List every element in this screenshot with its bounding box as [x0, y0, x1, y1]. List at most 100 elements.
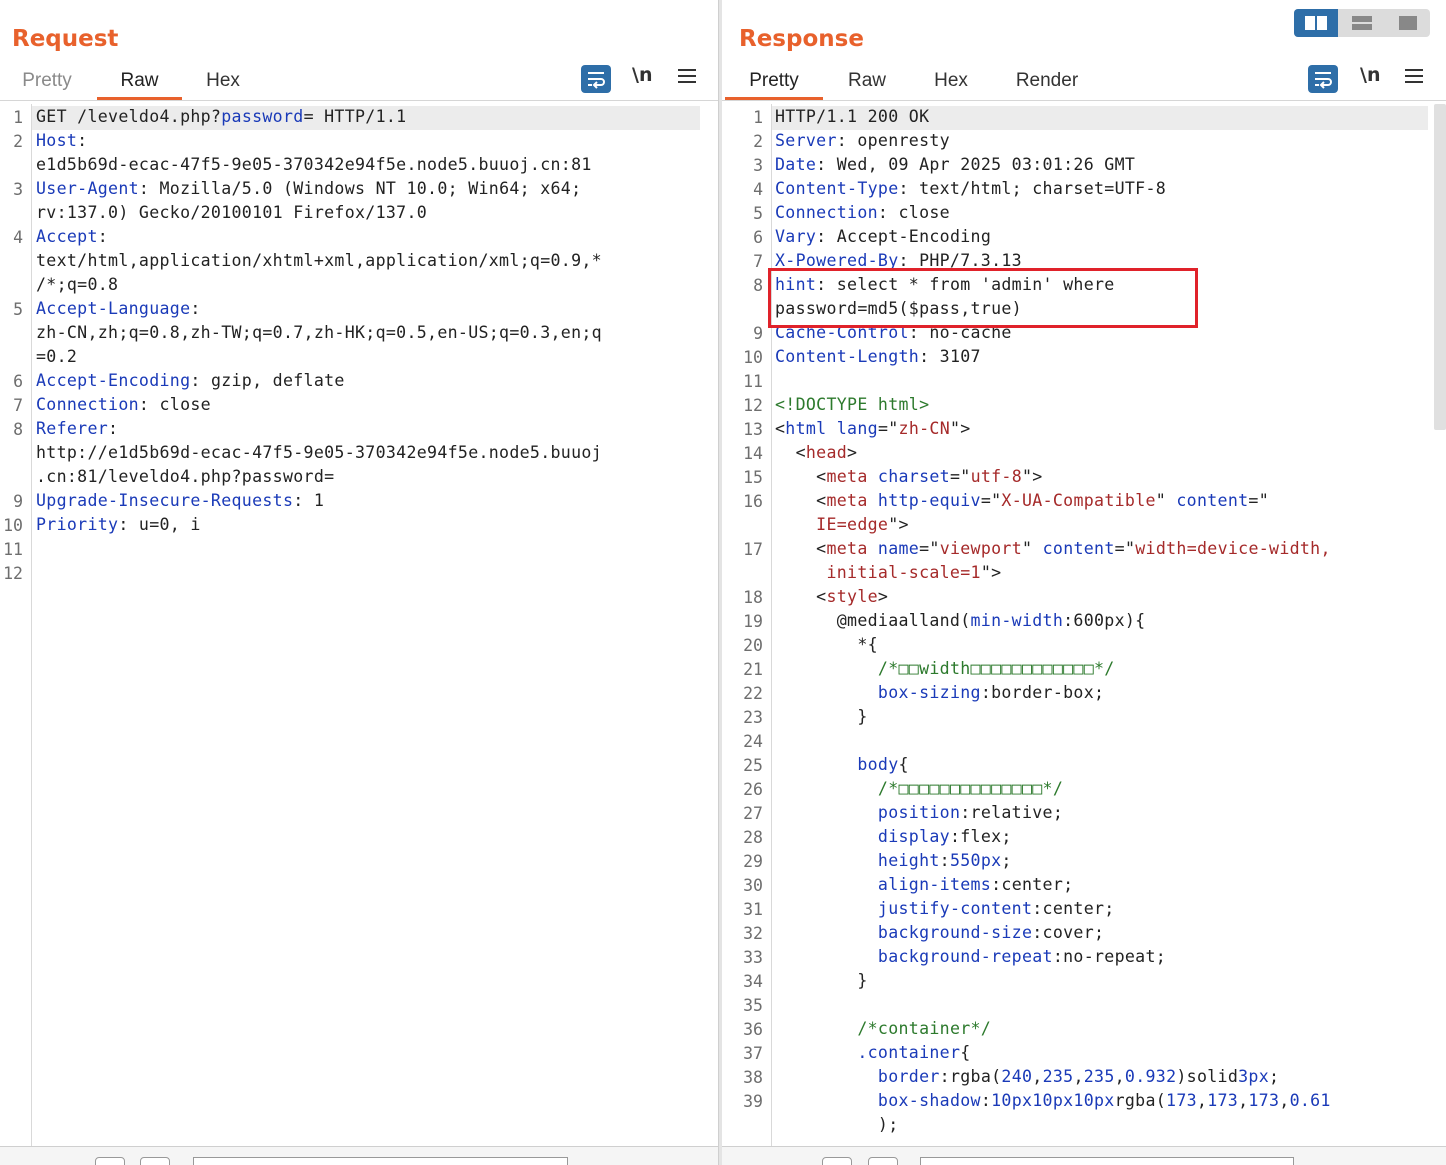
code-line: Connection: close: [36, 395, 211, 414]
response-tab-render[interactable]: Render: [1005, 62, 1089, 100]
menu-icon[interactable]: [1405, 66, 1423, 86]
word-wrap-toggle[interactable]: [581, 65, 611, 93]
line-number: 22: [743, 684, 763, 703]
menu-icon[interactable]: [678, 66, 696, 86]
code-token: :center;: [991, 875, 1074, 894]
code-token: }: [775, 707, 868, 726]
code-token: : u=0, i: [118, 515, 201, 534]
code-token: 235: [1042, 1067, 1074, 1086]
code-token: ,: [1032, 1067, 1043, 1086]
split-vertical-button[interactable]: [1294, 9, 1338, 37]
code-line: justify-content:center;: [775, 899, 1115, 918]
code-line: /*□□width□□□□□□□□□□□□*/: [775, 659, 1115, 678]
code-line: /*container*/: [775, 1019, 991, 1038]
code-line: Accept:: [36, 227, 108, 246]
split-horizontal-button[interactable]: [1340, 9, 1384, 37]
code-token: =": [1114, 539, 1136, 558]
response-tab-pretty[interactable]: Pretty: [725, 62, 823, 100]
code-token: Content-Length: [775, 347, 920, 366]
code-token: 173: [1166, 1091, 1197, 1110]
newline-toggle[interactable]: \n: [1360, 64, 1380, 86]
request-tab-raw[interactable]: Raw: [97, 62, 182, 100]
code-token: <: [775, 539, 827, 558]
code-token: <: [775, 443, 806, 462]
code-token: body: [857, 755, 899, 774]
code-token: ">: [949, 419, 971, 438]
response-tab-hex[interactable]: Hex: [923, 62, 979, 100]
code-line: Upgrade-Insecure-Requests: 1: [36, 491, 324, 510]
prev-button[interactable]: [95, 1157, 125, 1165]
single-view-button[interactable]: [1386, 9, 1430, 37]
code-token: Date: [775, 155, 817, 174]
prev-button[interactable]: [822, 1157, 852, 1165]
code-token: /*□□width□□□□□□□□□□□□*/: [877, 659, 1115, 678]
code-token: : close: [877, 203, 950, 222]
next-button[interactable]: [140, 1157, 170, 1165]
code-token: initial-scale=1: [826, 563, 981, 582]
code-token: Priority: [36, 515, 119, 534]
code-token: :: [108, 419, 119, 438]
code-line: Connection: close: [775, 203, 950, 222]
code-line: Accept-Language:: [36, 299, 201, 318]
line-number: 30: [743, 876, 763, 895]
line-number: 7: [753, 252, 763, 271]
line-number: 39: [743, 1092, 763, 1111]
line-number: 12: [743, 396, 763, 415]
code-token: ">: [888, 515, 909, 534]
request-bottom-bar: [0, 1146, 718, 1165]
code-token: password: [221, 107, 304, 126]
code-line: <head>: [775, 443, 857, 462]
code-token: lang: [836, 419, 878, 438]
code-token: http://e1d5b69d-ecac-47f5-9e05-370342e94…: [36, 443, 602, 462]
code-token: content: [1042, 539, 1115, 558]
code-line: height:550px;: [775, 851, 1012, 870]
code-line: Priority: u=0, i: [36, 515, 201, 534]
code-token: :border-box;: [980, 683, 1105, 702]
line-number: 2: [753, 132, 763, 151]
word-wrap-toggle[interactable]: [1308, 65, 1338, 93]
code-token: :: [190, 299, 201, 318]
request-tab-pretty[interactable]: Pretty: [12, 62, 82, 100]
response-tab-raw[interactable]: Raw: [837, 62, 897, 100]
search-input[interactable]: [920, 1157, 1294, 1165]
code-line: GET /leveldo4.php?password= HTTP/1.1: [36, 107, 406, 126]
code-line: }: [775, 971, 868, 990]
line-number: 28: [743, 828, 763, 847]
line-number: 36: [743, 1020, 763, 1039]
vertical-scrollbar[interactable]: [1434, 104, 1446, 430]
search-input[interactable]: [193, 1157, 568, 1165]
line-number: 2: [13, 132, 23, 151]
code-token: : Accept-Encoding: [816, 227, 992, 246]
code-token: display: [877, 827, 950, 846]
code-line: box-sizing:border-box;: [775, 683, 1104, 702]
line-number: 14: [743, 444, 763, 463]
code-line: Content-Type: text/html; charset=UTF-8: [775, 179, 1166, 198]
line-number: 17: [743, 540, 763, 559]
code-token: : Mozilla/5.0 (Windows NT 10.0; Win64; x…: [138, 179, 582, 198]
code-line: @mediaalland(min-width:600px){: [775, 611, 1145, 630]
code-token: Accept: [36, 227, 98, 246]
newline-toggle[interactable]: \n: [632, 64, 652, 86]
columns-icon: [1305, 16, 1327, 30]
code-line: Content-Length: 3107: [775, 347, 981, 366]
line-number: 20: [743, 636, 763, 655]
next-button[interactable]: [868, 1157, 898, 1165]
line-number: 13: [743, 420, 763, 439]
code-line: .cn:81/leveldo4.php?password=: [36, 467, 334, 486]
code-token: Accept-Language: [36, 299, 191, 318]
line-number: 31: [743, 900, 763, 919]
code-token: background-size: [877, 923, 1033, 942]
response-editor[interactable]: 1 HTTP/1.1 200 OK 2 Server: openresty 3 Date:…: [722, 104, 1434, 1147]
line-number: 33: [743, 948, 763, 967]
code-line: Vary: Accept-Encoding: [775, 227, 991, 246]
request-editor[interactable]: 1 GET /leveldo4.php?password= HTTP/1.1 2 Ho…: [0, 104, 718, 1147]
code-line: <html lang="zh-CN">: [775, 419, 971, 438]
code-token: @mediaalland(: [775, 611, 971, 630]
code-line: IE=edge">: [775, 515, 909, 534]
request-tab-hex[interactable]: Hex: [195, 62, 251, 100]
